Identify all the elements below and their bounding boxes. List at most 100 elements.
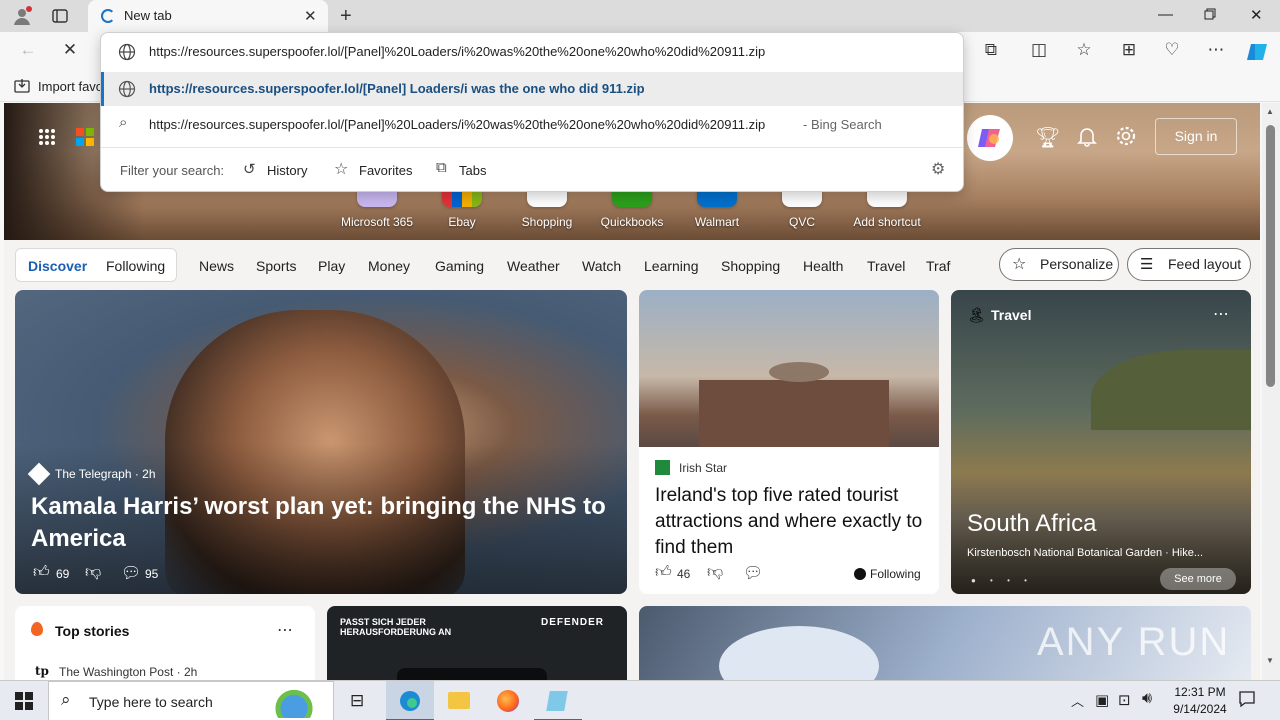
feed-layout-button[interactable]: ☰ Feed layout xyxy=(1127,248,1251,281)
see-more-button[interactable]: See more xyxy=(1160,568,1236,590)
tab-following[interactable]: Following xyxy=(106,258,165,274)
irish-star-logo-icon xyxy=(655,460,670,475)
network-icon[interactable]: ⊡ xyxy=(1118,691,1131,709)
split-screen-icon[interactable]: ◫ xyxy=(1027,40,1051,60)
history-icon: ↺ xyxy=(243,161,256,178)
like-icon[interactable]: 👍︎ xyxy=(655,563,672,582)
nav-play[interactable]: Play xyxy=(318,258,345,274)
filter-favorites[interactable]: Favorites xyxy=(359,163,412,178)
dropdown-settings-icon[interactable]: ⚙ xyxy=(931,159,945,179)
scrollbar-thumb[interactable] xyxy=(1266,125,1275,387)
article-card-ireland[interactable]: Irish Star Ireland's top five rated tour… xyxy=(639,290,939,594)
suggestion-url[interactable]: https://resources.superspoofer.lol/[Pane… xyxy=(101,72,963,106)
travel-subtitle: Kirstenbosch National Botanical Garden ·… xyxy=(967,547,1204,559)
feed-nav: Discover Following News Sports Play Mone… xyxy=(4,240,1260,290)
profile-icon[interactable] xyxy=(12,6,32,26)
tab-discover[interactable]: Discover xyxy=(28,258,87,274)
nav-sports[interactable]: Sports xyxy=(256,258,296,274)
more-menu-icon[interactable]: ⋯ xyxy=(1204,40,1228,60)
nav-learning[interactable]: Learning xyxy=(644,258,699,274)
stop-loading-icon[interactable]: ✕ xyxy=(58,40,82,60)
notifications-icon[interactable] xyxy=(1076,125,1098,147)
scroll-up-icon[interactable]: ▲ xyxy=(1266,107,1274,116)
file-explorer-icon[interactable] xyxy=(448,692,470,709)
nav-watch[interactable]: Watch xyxy=(582,258,621,274)
filter-label: Filter your search: xyxy=(120,163,225,178)
sign-in-button[interactable]: Sign in xyxy=(1155,118,1237,155)
performance-icon[interactable]: ♡ xyxy=(1160,40,1184,60)
like-icon[interactable]: 👍︎ xyxy=(33,563,50,582)
following-label[interactable]: Following xyxy=(870,567,921,581)
article-source: The Telegraph · 2h xyxy=(55,467,156,481)
travel-card[interactable]: 🏝︎ Travel ⋯ South Africa Kirstenbosch Na… xyxy=(951,290,1251,594)
carousel-dots[interactable]: ● • • • xyxy=(971,576,1033,585)
tab-actions-icon[interactable] xyxy=(52,8,68,24)
taskbar-search-box[interactable]: ⌕ Type here to search xyxy=(48,681,334,720)
task-view-icon[interactable]: ⊟ xyxy=(350,691,364,711)
nav-health[interactable]: Health xyxy=(803,258,843,274)
notification-center-icon[interactable] xyxy=(1238,690,1256,708)
restore-icon[interactable] xyxy=(1204,8,1216,20)
filter-tabs[interactable]: Tabs xyxy=(459,163,486,178)
windows-start-icon[interactable] xyxy=(15,692,33,710)
settings-gear-icon[interactable] xyxy=(1115,125,1137,147)
tab-title: New tab xyxy=(124,8,172,23)
clock-date[interactable]: 9/14/2024 xyxy=(1166,702,1234,716)
ad-card[interactable]: PASST SICH JEDER HERAUSFORDERUNG AN DEFE… xyxy=(327,606,627,680)
import-favorites-link[interactable]: Import favo xyxy=(38,79,103,94)
dislike-icon[interactable]: 👎︎ xyxy=(707,563,723,582)
minimize-icon[interactable]: — xyxy=(1158,6,1173,23)
extensions-icon[interactable]: ⧉ xyxy=(979,40,1003,60)
article-headline[interactable]: Kamala Harris’ worst plan yet: bringing … xyxy=(31,491,611,555)
nav-travel[interactable]: Travel xyxy=(867,258,905,274)
page-scrollbar[interactable]: ▲ ▼ xyxy=(1262,103,1280,680)
filter-history[interactable]: History xyxy=(267,163,307,178)
more-options-icon[interactable]: ⋯ xyxy=(277,620,293,640)
favorites-icon[interactable]: ☆ xyxy=(1072,40,1096,60)
copilot-button-icon[interactable] xyxy=(967,115,1013,161)
search-engine-suffix: - Bing Search xyxy=(803,117,882,132)
article-headline[interactable]: Ireland's top five rated tourist attract… xyxy=(655,483,927,561)
globe-icon xyxy=(118,80,136,98)
close-window-icon[interactable]: ✕ xyxy=(1250,6,1263,24)
device-icon[interactable]: ▣ xyxy=(1095,691,1109,709)
top-stories-card[interactable]: Top stories ⋯ tp The Washington Post · 2… xyxy=(15,606,315,680)
personalize-button[interactable]: ☆ Personalize xyxy=(999,248,1119,281)
volume-icon[interactable]: 🔊︎ xyxy=(1142,690,1152,708)
article-photo xyxy=(639,290,939,447)
main-article-card[interactable]: The Telegraph · 2h Kamala Harris’ worst … xyxy=(15,290,627,594)
address-input[interactable]: https://resources.superspoofer.lol/[Pane… xyxy=(149,44,849,59)
tabs-icon: ⧉ xyxy=(436,159,447,176)
suggestion-search[interactable]: ⌕ https://resources.superspoofer.lol/[Pa… xyxy=(101,106,963,142)
back-icon[interactable]: ← xyxy=(16,40,40,60)
comment-icon[interactable]: 💬︎ xyxy=(121,563,141,583)
microsoft-logo-icon[interactable] xyxy=(76,128,94,146)
nav-news[interactable]: News xyxy=(199,258,234,274)
scroll-down-icon[interactable]: ▼ xyxy=(1266,656,1274,665)
star-icon: ☆ xyxy=(1012,256,1027,273)
travel-title[interactable]: South Africa xyxy=(967,510,1096,538)
edge-taskbar-icon[interactable] xyxy=(386,681,434,720)
article-card-large[interactable]: ANY RUN xyxy=(639,606,1251,680)
nav-money[interactable]: Money xyxy=(368,258,410,274)
new-tab-icon[interactable]: + xyxy=(340,5,352,28)
dislike-icon[interactable]: 👎︎ xyxy=(85,563,101,582)
nav-traffic[interactable]: Traf xyxy=(926,258,950,274)
favorites-star-icon: ☆ xyxy=(334,161,349,178)
nav-shopping[interactable]: Shopping xyxy=(721,258,780,274)
comment-icon[interactable]: 💬︎ xyxy=(743,563,763,583)
clock-time[interactable]: 12:31 PM xyxy=(1170,685,1230,699)
nav-gaming[interactable]: Gaming xyxy=(435,258,484,274)
tab-new-tab[interactable]: New tab ✕ xyxy=(88,0,328,32)
rewards-icon[interactable]: 🏆︎ xyxy=(1035,125,1060,150)
apps-launcher-icon[interactable] xyxy=(38,128,56,146)
copilot-icon[interactable] xyxy=(1245,40,1269,64)
show-hidden-icons[interactable]: ︿ xyxy=(1071,691,1084,710)
notepad-icon[interactable] xyxy=(534,681,582,720)
travel-category-icon: 🏝︎ xyxy=(967,307,987,324)
firefox-icon[interactable] xyxy=(497,690,519,712)
collections-icon[interactable]: ⊞ xyxy=(1117,40,1141,60)
more-options-icon[interactable]: ⋯ xyxy=(1213,304,1229,324)
close-tab-icon[interactable]: ✕ xyxy=(304,7,317,25)
nav-weather[interactable]: Weather xyxy=(507,258,560,274)
